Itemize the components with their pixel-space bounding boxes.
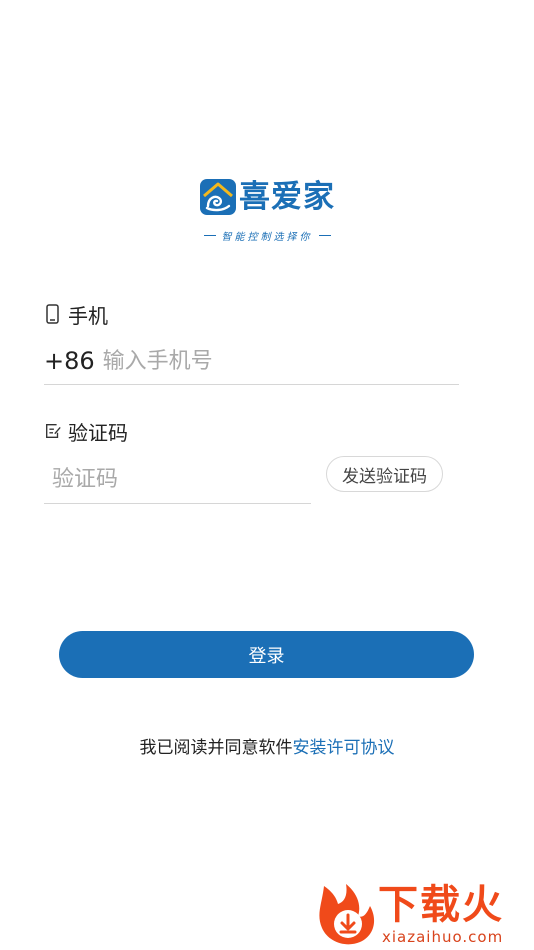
code-label-text: 验证码	[68, 420, 128, 445]
slogan-text: 智能控制选择你	[221, 231, 313, 243]
verification-code-input[interactable]	[44, 466, 326, 492]
code-input-row	[44, 455, 326, 504]
brand-name: 喜爱家	[239, 179, 335, 215]
login-button[interactable]: 登录	[59, 631, 474, 678]
phone-input-row: +86	[44, 338, 459, 385]
slogan-dash-left	[203, 234, 216, 236]
watermark-title: 下载火	[378, 882, 504, 928]
watermark-url: xiazaihuo.com	[382, 928, 504, 946]
watermark: 下载火 xiazaihuo.com	[316, 880, 530, 948]
agreement-text: 我已阅读并同意软件安装许可协议	[0, 733, 534, 758]
brand-slogan: 智能控制选择你	[178, 226, 356, 244]
phone-label: 手机	[44, 300, 108, 328]
house-logo-icon	[200, 179, 236, 215]
code-label: 验证码	[44, 417, 128, 445]
flame-download-icon	[319, 884, 375, 945]
country-code-prefix[interactable]: +86	[44, 347, 95, 375]
edit-icon	[46, 424, 61, 438]
send-code-button[interactable]: 发送验证码	[326, 456, 443, 492]
login-screen: 喜爱家 智能控制选择你 手机 +86 验证码 发送验证码 登录 我已阅读并同意软…	[0, 0, 534, 950]
license-agreement-link[interactable]: 安装许可协议	[293, 738, 395, 758]
phone-label-text: 手机	[68, 303, 108, 328]
slogan-dash-right	[318, 234, 331, 236]
agreement-prefix: 我已阅读并同意软件	[139, 738, 293, 758]
app-logo: 喜爱家	[199, 176, 339, 218]
phone-input[interactable]	[102, 348, 459, 374]
phone-icon	[46, 304, 59, 324]
